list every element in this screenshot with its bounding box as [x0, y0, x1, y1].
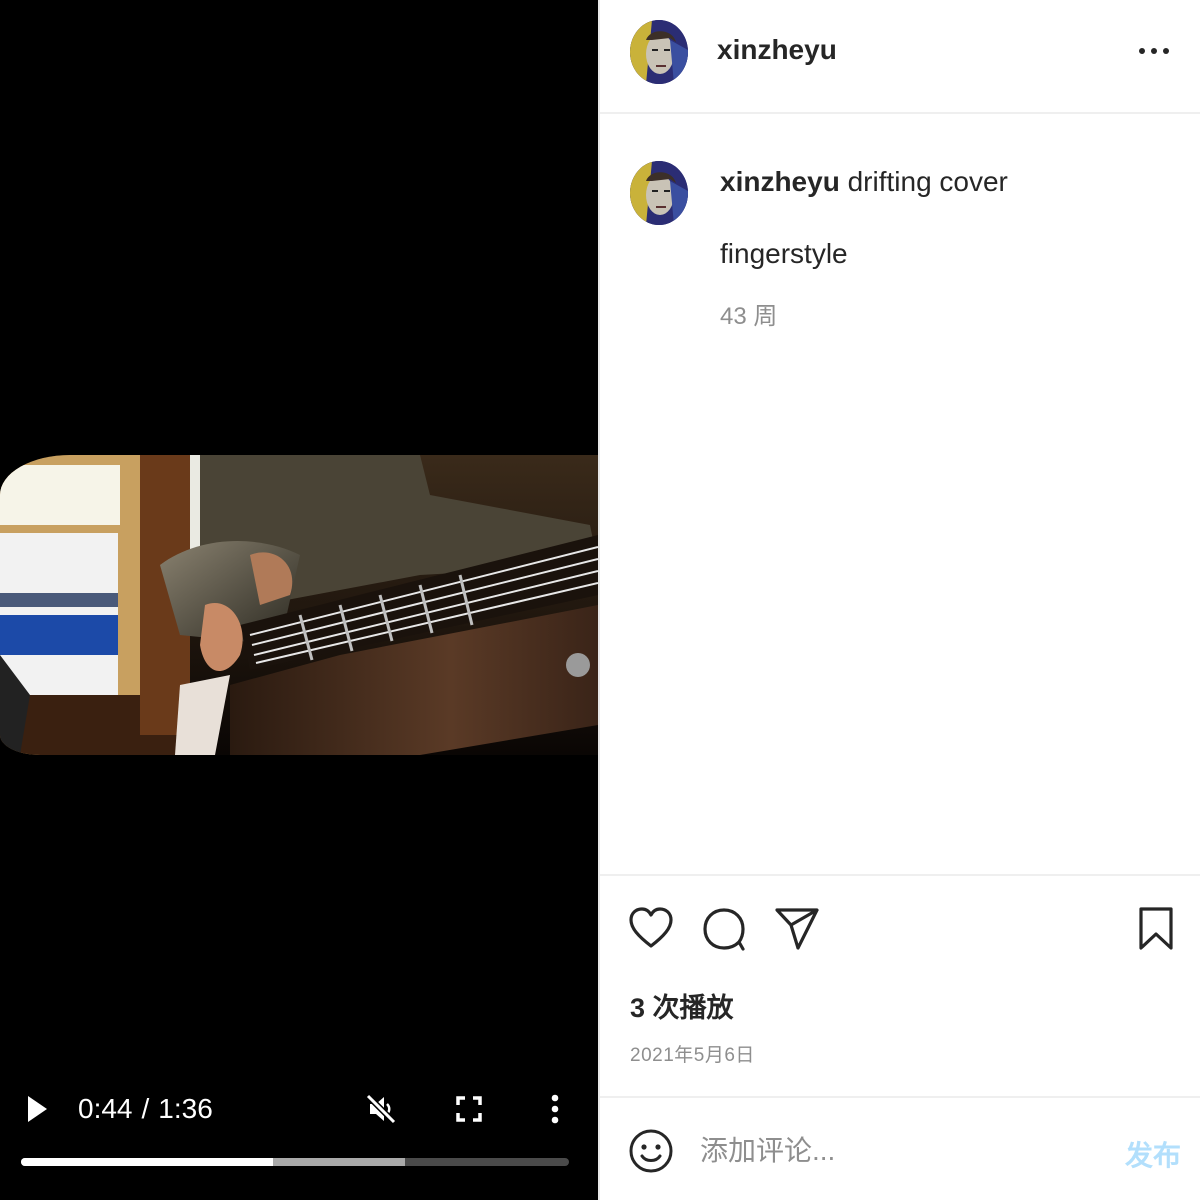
comment-input[interactable]: [700, 1126, 1100, 1176]
share-button[interactable]: [774, 906, 820, 952]
emoji-icon: [629, 1129, 673, 1173]
fullscreen-icon: [456, 1096, 482, 1122]
video-still-guitar-player: [0, 455, 598, 755]
play-icon: [28, 1096, 47, 1122]
play-button[interactable]: [20, 1092, 54, 1126]
more-horizontal-icon: [1139, 48, 1169, 54]
share-icon: [775, 908, 819, 950]
caption-tag-line: fingerstyle: [720, 238, 848, 269]
caption-text: xinzheyu drifting cover: [720, 164, 1008, 200]
comment-bar: 发布: [600, 1096, 1200, 1200]
emoji-button[interactable]: [628, 1128, 674, 1174]
time-separator: /: [141, 1093, 150, 1124]
bookmark-icon: [1139, 907, 1173, 950]
caption-age: 43 周: [720, 303, 778, 330]
heart-icon: [629, 907, 673, 948]
video-frame[interactable]: [0, 455, 598, 755]
post-comment-button[interactable]: 发布: [1125, 1134, 1181, 1174]
caption-avatar[interactable]: [630, 161, 688, 225]
mute-button[interactable]: [362, 1090, 400, 1128]
avatar-portrait-image: [630, 20, 688, 84]
more-vertical-icon: [551, 1094, 559, 1124]
avatar[interactable]: [630, 20, 688, 84]
post-date[interactable]: 2021年5月6日: [630, 1040, 755, 1067]
post-header: xinzheyu: [600, 0, 1200, 114]
current-time: 0:44: [78, 1093, 133, 1124]
caption-username[interactable]: xinzheyu: [720, 166, 840, 197]
progress-played: [21, 1158, 274, 1166]
video-controls: 0:44 / 1:36: [0, 1080, 598, 1200]
comment-button[interactable]: [701, 906, 747, 952]
comment-icon: [703, 908, 745, 951]
video-player[interactable]: 0:44 / 1:36: [0, 0, 598, 1200]
post-actions: 3 次播放 2021年5月6日: [600, 874, 1200, 1096]
header-username[interactable]: xinzheyu: [717, 30, 837, 70]
duration: 1:36: [158, 1093, 213, 1124]
video-more-button[interactable]: [538, 1090, 572, 1128]
fullscreen-button[interactable]: [450, 1090, 488, 1128]
play-count[interactable]: 3 次播放: [630, 986, 734, 1025]
video-progress-bar[interactable]: [21, 1158, 569, 1166]
video-time: 0:44 / 1:36: [78, 1092, 213, 1126]
save-button[interactable]: [1136, 906, 1182, 952]
caption-title: drifting cover: [847, 166, 1008, 197]
post-options-button[interactable]: [1136, 36, 1172, 66]
post-side-panel: xinzheyu xinzheyu drifting cover fingers…: [598, 0, 1200, 1200]
avatar-portrait-image: [630, 161, 688, 225]
volume-muted-icon: [365, 1093, 397, 1125]
like-button[interactable]: [628, 906, 674, 952]
